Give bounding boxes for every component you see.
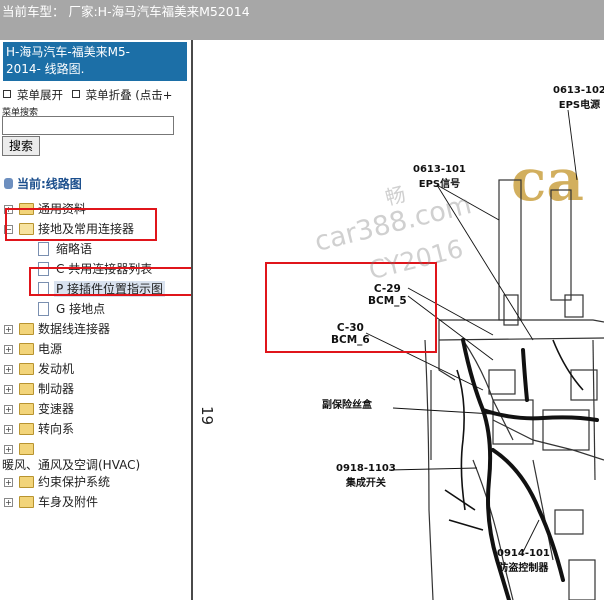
label-bcm6: C-30 BCM_6	[331, 322, 370, 346]
diagram-drawing: ca	[265, 109, 604, 600]
menu-collapse-link[interactable]: 菜单折叠 (点击+	[86, 88, 173, 102]
folder-icon	[19, 403, 34, 415]
folder-icon	[19, 383, 34, 395]
label-name: 副保险丝盒	[322, 400, 372, 411]
label-code: 0918-1103	[336, 463, 396, 474]
label-code: C-29	[373, 283, 401, 295]
label-immobilizer: 0914-101 防盗控制器	[497, 548, 550, 574]
tree-item-engine[interactable]: 发动机	[38, 361, 74, 377]
tree-item-transmission[interactable]: 变速器	[38, 401, 74, 417]
menu-expand-link[interactable]: 菜单展开	[17, 88, 63, 102]
tree-item-brakes[interactable]: 制动器	[38, 381, 74, 397]
tree-item-body[interactable]: 车身及附件	[38, 494, 98, 510]
tree-item-steering[interactable]: 转向系	[38, 421, 74, 437]
expand-toggle-icon[interactable]: +	[4, 425, 13, 434]
expand-toggle-icon[interactable]: +	[4, 345, 13, 354]
page-number: 19	[198, 406, 216, 426]
document-icon	[38, 302, 49, 316]
label-eps-power: 0613-102 EPS电源	[553, 85, 604, 111]
folder-icon	[19, 423, 34, 435]
tree-item-data-connectors[interactable]: 数据线连接器	[38, 321, 110, 337]
label-bcm5: C-29 BCM_5	[368, 283, 407, 307]
label-name: BCM_5	[368, 295, 407, 307]
tree-item-restraints[interactable]: 约束保护系统	[38, 474, 110, 490]
wiring-diagram-view: ca car388.com CY2016 畅 0613-102 EPS电源 06…	[193, 40, 604, 600]
search-input[interactable]	[2, 116, 174, 135]
location-icon	[4, 178, 13, 189]
label-name: EPS信号	[418, 179, 461, 190]
expand-toggle-icon[interactable]: +	[4, 478, 13, 487]
sidebar-title: H-海马汽车-福美来M5- 2014- 线路图.	[3, 42, 187, 81]
expand-toggle-icon[interactable]: +	[4, 365, 13, 374]
tree-item-power[interactable]: 电源	[38, 341, 62, 357]
label-eps-signal: 0613-101 EPS信号	[413, 164, 466, 190]
folder-icon	[19, 496, 34, 508]
label-name: 集成开关	[345, 478, 386, 489]
folder-icon	[19, 323, 34, 335]
folder-icon	[19, 343, 34, 355]
logo-mark: ca	[511, 146, 584, 214]
top-title-bar: 当前车型： 厂家:H-海马汽车福美来M52014	[0, 0, 604, 40]
expand-toggle-icon[interactable]: +	[4, 325, 13, 334]
folder-icon	[19, 476, 34, 488]
tree-item-ground-points[interactable]: G 接地点	[56, 301, 105, 317]
expand-toggle-icon[interactable]: +	[4, 498, 13, 507]
collapse-icon[interactable]	[71, 90, 80, 98]
current-location-label: 当前:线路图	[17, 177, 82, 191]
label-sub-fusebox: 副保险丝盒	[322, 396, 372, 411]
sidebar-title-line1: H-海马汽车-福美来M5-	[6, 45, 131, 59]
document-icon	[38, 242, 49, 256]
label-name: 防盗控制器	[498, 563, 549, 574]
sidebar: H-海马汽车-福美来M5- 2014- 线路图. 菜单展开 菜单折叠 (点击+ …	[0, 40, 191, 600]
expand-toggle-icon[interactable]: +	[4, 445, 13, 454]
menu-toggle-line: 菜单展开 菜单折叠 (点击+	[3, 87, 172, 103]
tree-item-hvac[interactable]: 暖风、通风及空调(HVAC)	[2, 457, 140, 473]
current-location: 当前:线路图	[4, 175, 82, 192]
expand-icon[interactable]	[3, 90, 11, 98]
tree-item-abbreviations[interactable]: 缩略语	[56, 241, 92, 257]
label-name: BCM_6	[331, 334, 370, 346]
label-name: EPS电源	[558, 100, 601, 111]
label-integrated-switch: 0918-1103 集成开关	[336, 463, 396, 489]
annotation-box-connector-location	[29, 267, 191, 296]
search-button[interactable]: 搜索	[2, 136, 40, 156]
expand-toggle-icon[interactable]: +	[4, 405, 13, 414]
expand-toggle-icon[interactable]: +	[4, 385, 13, 394]
label-code: C-30	[336, 322, 364, 334]
annotation-box-ground-connectors	[5, 208, 157, 241]
label-code: 0613-102	[553, 85, 604, 96]
label-code: 0613-101	[413, 164, 466, 175]
sidebar-title-line2: 2014- 线路图.	[6, 62, 85, 76]
folder-icon	[19, 363, 34, 375]
folder-icon	[19, 443, 34, 455]
label-code: 0914-101	[497, 548, 550, 559]
current-model-text: 当前车型： 厂家:H-海马汽车福美来M52014	[2, 4, 250, 19]
